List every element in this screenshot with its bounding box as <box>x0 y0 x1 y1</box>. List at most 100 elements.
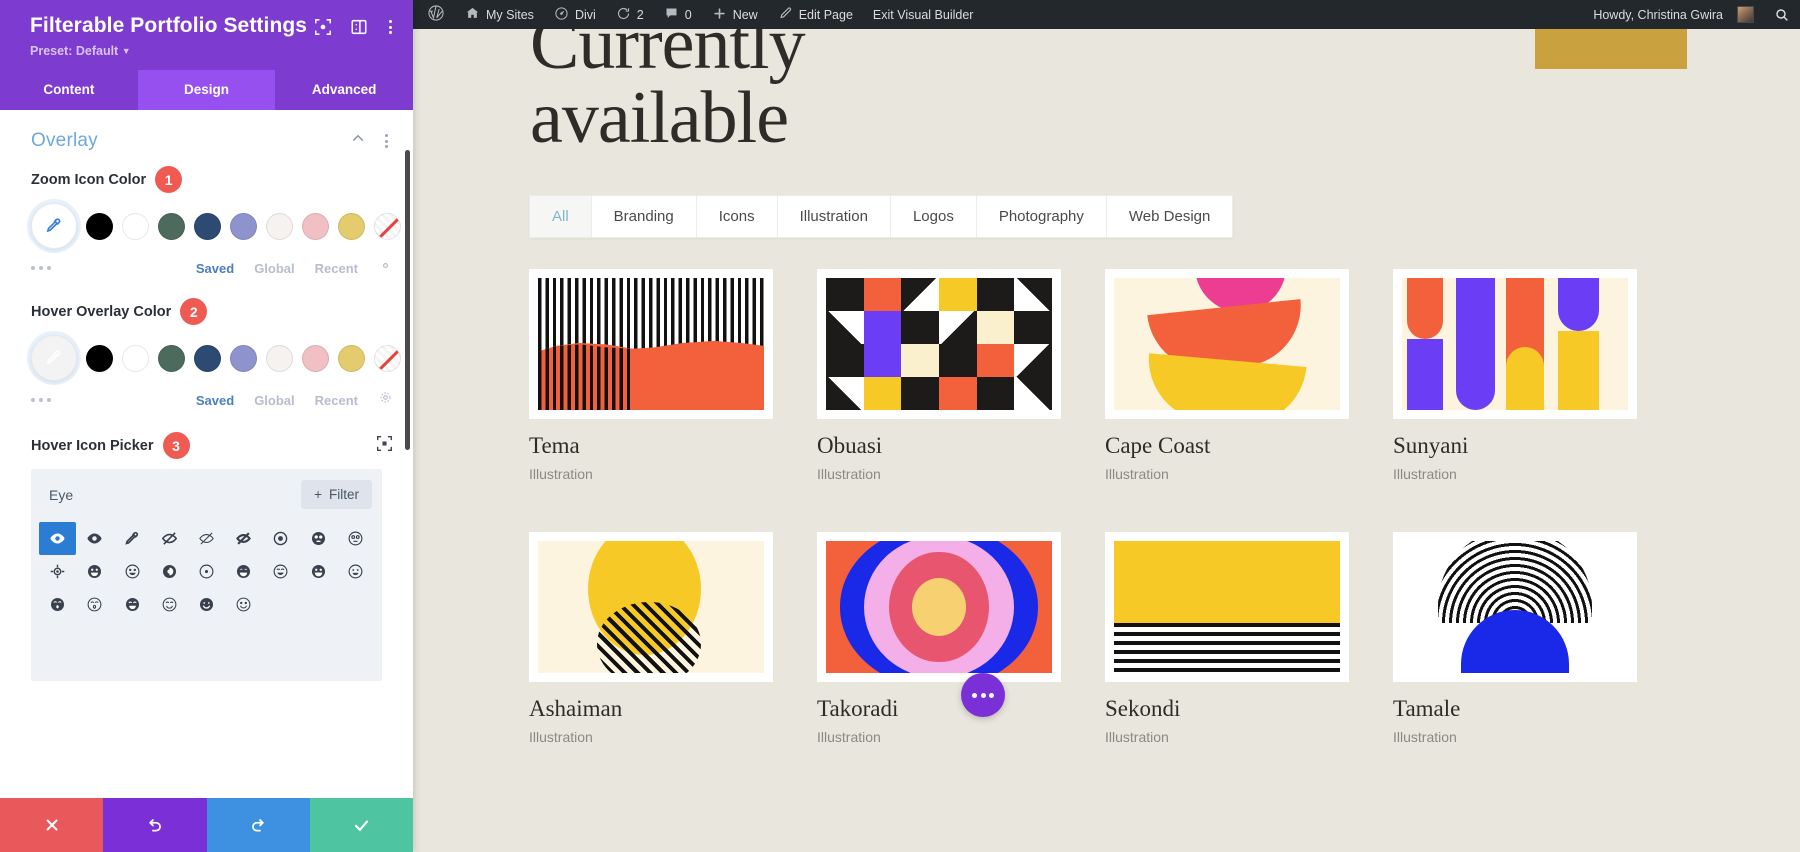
icon-face-grin-wide-icon[interactable] <box>300 555 337 588</box>
portfolio-title[interactable]: Cape Coast <box>1105 433 1349 459</box>
portfolio-item[interactable]: Tamale Illustration <box>1393 532 1637 745</box>
swatch-green[interactable] <box>158 345 185 372</box>
portfolio-title[interactable]: Obuasi <box>817 433 1061 459</box>
icon-circle-filled-icon[interactable] <box>151 555 188 588</box>
swatch-white[interactable] <box>122 213 149 240</box>
icon-face-smile-open-icon[interactable] <box>262 555 299 588</box>
portfolio-thumbnail[interactable] <box>817 269 1061 419</box>
swatch-navy[interactable] <box>194 345 221 372</box>
kebab-menu-icon[interactable] <box>386 18 395 36</box>
icon-eye-slash-outline-icon[interactable] <box>188 522 225 555</box>
swatch-gold[interactable] <box>338 345 365 372</box>
meta-link-saved[interactable]: Saved <box>196 393 234 408</box>
swatch-pink[interactable] <box>302 345 329 372</box>
portfolio-item[interactable]: Cape Coast Illustration <box>1105 269 1349 482</box>
meta-link-global[interactable]: Global <box>254 261 294 276</box>
portfolio-title[interactable]: Sunyani <box>1393 433 1637 459</box>
comments-item[interactable]: 0 <box>654 0 702 29</box>
portfolio-title[interactable]: Tema <box>529 433 773 459</box>
icon-search-input[interactable] <box>49 487 301 503</box>
layout-columns-icon[interactable] <box>350 18 368 36</box>
wp-logo-item[interactable] <box>413 0 455 29</box>
divi-item[interactable]: Divi <box>544 0 606 29</box>
portfolio-item[interactable]: Tema Illustration <box>529 269 773 482</box>
panel-scrollbar[interactable] <box>405 150 410 450</box>
focus-target-icon[interactable] <box>376 435 393 457</box>
portfolio-thumbnail[interactable] <box>529 269 773 419</box>
swatch-gold[interactable] <box>338 213 365 240</box>
page-settings-fab[interactable] <box>961 673 1005 717</box>
tab-advanced[interactable]: Advanced <box>275 70 413 110</box>
portfolio-title[interactable]: Sekondi <box>1105 696 1349 722</box>
swatch-offwhite[interactable] <box>266 345 293 372</box>
exit-visual-builder-item[interactable]: Exit Visual Builder <box>863 0 984 29</box>
portfolio-item[interactable]: Ashaiman Illustration <box>529 532 773 745</box>
portfolio-item[interactable]: Sekondi Illustration <box>1105 532 1349 745</box>
eyedropper-icon[interactable] <box>31 203 77 249</box>
ellipsis-icon[interactable] <box>31 398 51 402</box>
gear-icon[interactable] <box>378 390 393 410</box>
undo-button[interactable] <box>103 798 206 852</box>
meta-link-global[interactable]: Global <box>254 393 294 408</box>
icon-crosshair-icon[interactable] <box>39 555 76 588</box>
save-button[interactable] <box>310 798 413 852</box>
icon-eye-slash-bold-icon[interactable] <box>225 522 262 555</box>
gear-icon[interactable] <box>378 258 393 278</box>
filter-tab-icons[interactable]: Icons <box>697 196 778 237</box>
meta-link-saved[interactable]: Saved <box>196 261 234 276</box>
swatch-navy[interactable] <box>194 213 221 240</box>
portfolio-item[interactable]: Takoradi Illustration <box>817 532 1061 745</box>
swatch-periwinkle[interactable] <box>230 345 257 372</box>
filter-tab-illustration[interactable]: Illustration <box>778 196 891 237</box>
portfolio-thumbnail[interactable] <box>817 532 1061 682</box>
swatch-black[interactable] <box>86 345 113 372</box>
icon-circle-dot-icon[interactable] <box>188 555 225 588</box>
ellipsis-icon[interactable] <box>31 266 51 270</box>
swatch-transparent[interactable] <box>374 345 401 372</box>
meta-link-recent[interactable]: Recent <box>315 261 358 276</box>
portfolio-thumbnail[interactable] <box>1105 532 1349 682</box>
icon-face-smile-beam-filled-icon[interactable] <box>113 588 150 621</box>
focus-target-icon[interactable] <box>314 18 332 36</box>
icon-face-grin-stars-icon[interactable] <box>337 555 374 588</box>
portfolio-thumbnail[interactable] <box>529 532 773 682</box>
portfolio-thumbnail[interactable] <box>1105 269 1349 419</box>
tab-design[interactable]: Design <box>138 70 276 110</box>
icon-filter-button[interactable]: + Filter <box>301 480 372 509</box>
icon-face-kiss-outline-icon[interactable] <box>76 588 113 621</box>
portfolio-title[interactable]: Ashaiman <box>529 696 773 722</box>
icon-eye-icon[interactable] <box>39 522 76 555</box>
swatch-periwinkle[interactable] <box>230 213 257 240</box>
edit-page-item[interactable]: Edit Page <box>768 0 863 29</box>
swatch-pink[interactable] <box>302 213 329 240</box>
swatch-transparent[interactable] <box>374 213 401 240</box>
portfolio-thumbnail[interactable] <box>1393 532 1637 682</box>
chevron-up-icon[interactable] <box>350 131 366 152</box>
icon-face-smile-beam-outline-icon[interactable] <box>151 588 188 621</box>
icon-face-flushed-icon[interactable] <box>337 522 374 555</box>
portfolio-item[interactable]: Obuasi Illustration <box>817 269 1061 482</box>
filter-tab-webdesign[interactable]: Web Design <box>1107 196 1232 237</box>
filter-tab-all[interactable]: All <box>530 196 592 237</box>
my-sites-item[interactable]: My Sites <box>455 0 544 29</box>
icon-face-grin-filled-icon[interactable] <box>76 555 113 588</box>
swatch-green[interactable] <box>158 213 185 240</box>
cancel-button[interactable] <box>0 798 103 852</box>
search-icon[interactable] <box>1764 0 1800 29</box>
redo-button[interactable] <box>207 798 310 852</box>
icon-face-smile-outline-icon[interactable] <box>225 588 262 621</box>
preset-selector[interactable]: Preset: Default ▼ <box>30 44 395 58</box>
icon-face-smile-filled-icon[interactable] <box>188 588 225 621</box>
icon-face-shocked-icon[interactable] <box>300 522 337 555</box>
eyedropper-icon[interactable] <box>31 335 77 381</box>
icon-target-circle-icon[interactable] <box>262 522 299 555</box>
portfolio-title[interactable]: Tamale <box>1393 696 1637 722</box>
swatch-black[interactable] <box>86 213 113 240</box>
icon-face-laugh-icon[interactable] <box>225 555 262 588</box>
new-content-item[interactable]: New <box>702 0 768 29</box>
filter-tab-logos[interactable]: Logos <box>891 196 977 237</box>
swatch-white[interactable] <box>122 345 149 372</box>
portfolio-item[interactable]: Sunyani Illustration <box>1393 269 1637 482</box>
section-kebab-menu-icon[interactable] <box>382 132 391 150</box>
swatch-offwhite[interactable] <box>266 213 293 240</box>
